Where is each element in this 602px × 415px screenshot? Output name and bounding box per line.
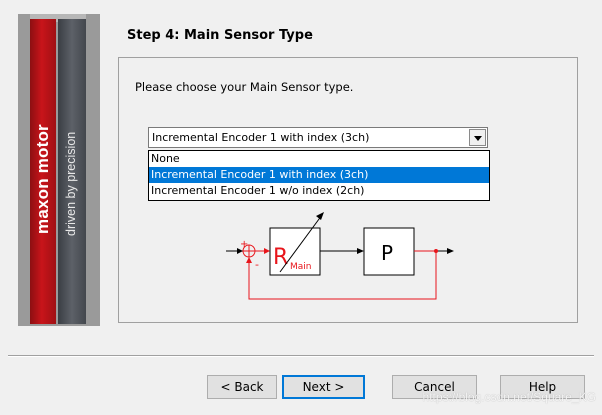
adjust-arrowhead	[316, 212, 324, 220]
back-button[interactable]: < Back	[207, 375, 277, 399]
sensor-block-subscript: Main	[290, 262, 312, 272]
sensor-block-letter: R	[273, 245, 288, 270]
plant-block-label: P	[381, 241, 393, 265]
feedback-arrowhead	[246, 257, 252, 263]
footer-separator	[8, 355, 594, 357]
sum-plus-sign: +	[240, 239, 248, 250]
output-arrowhead	[447, 248, 454, 254]
control-loop-diagram: + - R Main P	[226, 212, 454, 300]
next-button[interactable]: Next >	[282, 375, 365, 399]
sum-to-sensor-arrowhead	[264, 248, 270, 254]
sum-minus-sign: -	[255, 258, 259, 271]
sensor-to-plant-arrowhead	[357, 248, 364, 254]
watermark-text: https://blog.csdn.net/Square_KG	[422, 390, 596, 404]
